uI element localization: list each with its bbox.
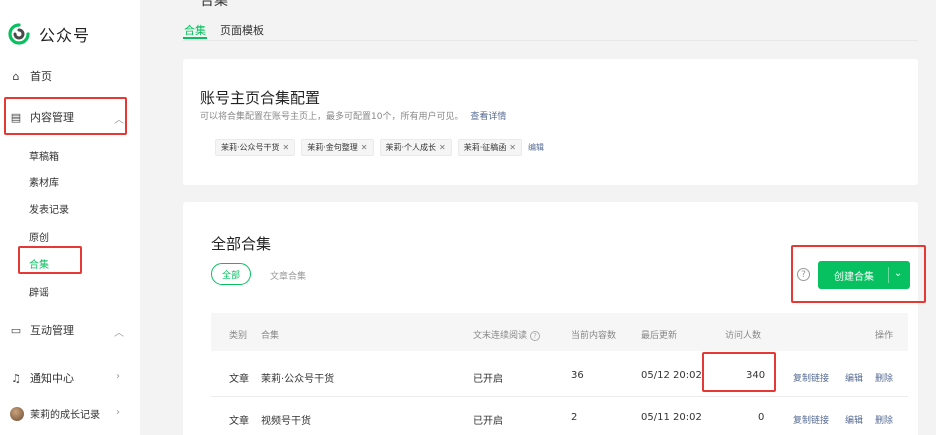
desc-text: 可以将合集配置在账号主页上，最多可配置10个，所有用户可见。 xyxy=(200,112,464,122)
highlight-box-visitors xyxy=(702,352,776,392)
edit-button[interactable]: 编辑 xyxy=(845,413,863,426)
cell-continuous-read: 已开启 xyxy=(473,416,503,427)
cell-visitors: 0 xyxy=(758,412,765,423)
cell-content-count: 2 xyxy=(571,412,578,423)
cell-last-updated: 05/12 20:02 xyxy=(641,370,702,381)
cell-collection-name[interactable]: 视频号干货 xyxy=(261,412,311,427)
sidebar-item-label: 通知中心 xyxy=(30,372,74,385)
delete-button[interactable]: 删除 xyxy=(875,371,893,384)
homepage-config-title: 账号主页合集配置 xyxy=(200,89,321,107)
brand-name: 公众号 xyxy=(39,26,91,45)
all-collections-title: 全部合集 xyxy=(211,235,272,253)
filter-article-collections[interactable]: 文章合集 xyxy=(270,269,306,282)
sidebar-item-label: 互动管理 xyxy=(30,324,74,337)
copy-link-button[interactable]: 复制链接 xyxy=(793,371,829,384)
cell-content-count: 36 xyxy=(571,370,584,381)
wechat-official-logo-icon xyxy=(8,23,30,45)
sidebar-item-home[interactable]: ⌂ 首页 xyxy=(10,68,53,84)
sidebar-item-interaction-management[interactable]: ▭ 互动管理 xyxy=(10,322,74,338)
copy-link-button[interactable]: 复制链接 xyxy=(793,413,829,426)
tab-collections[interactable]: 合集 xyxy=(184,22,206,38)
delete-button[interactable]: 删除 xyxy=(875,413,893,426)
cell-continuous-read: 已开启 xyxy=(473,374,503,385)
close-icon[interactable]: ✕ xyxy=(283,143,290,152)
filter-all[interactable]: 全部 xyxy=(211,263,251,285)
col-type: 类别 xyxy=(229,331,248,341)
cell-type: 文章 xyxy=(229,374,249,385)
chevron-right-icon[interactable]: › xyxy=(116,407,120,418)
tag-label: 茉莉·公众号干货 xyxy=(221,143,280,152)
col-last-updated: 最后更新 xyxy=(641,331,678,341)
chevron-up-icon[interactable]: ︿ xyxy=(114,324,124,339)
tab-page-templates[interactable]: 页面模板 xyxy=(220,22,264,38)
cell-type: 文章 xyxy=(229,416,249,427)
edit-button[interactable]: 编辑 xyxy=(845,371,863,384)
highlight-box-collections xyxy=(18,246,82,274)
view-details-link[interactable]: 查看详情 xyxy=(470,112,506,122)
tab-active-indicator xyxy=(183,37,207,39)
highlight-box-content-management xyxy=(4,97,127,135)
bell-icon: ♫ xyxy=(11,371,21,385)
sidebar-item-materials[interactable]: 素材库 xyxy=(29,174,59,189)
question-icon[interactable]: ? xyxy=(530,331,541,341)
account-name: 茉莉的成长记录 xyxy=(30,410,100,421)
collection-tag: 茉莉·征稿函 ✕ xyxy=(457,139,522,156)
close-icon[interactable]: ✕ xyxy=(439,143,446,152)
table-header: 类别 合集 文末连续阅读? 当前内容数 最后更新 访问人数 操作 xyxy=(211,313,908,351)
col-continuous-read: 文末连续阅读? xyxy=(473,328,541,341)
home-icon: ⌂ xyxy=(12,69,20,83)
sidebar-item-account[interactable]: 茉莉的成长记录 xyxy=(10,406,100,421)
sidebar-item-publish-records[interactable]: 发表记录 xyxy=(29,201,69,216)
chevron-right-icon[interactable]: › xyxy=(116,371,120,382)
col-collection: 合集 xyxy=(261,331,280,341)
tag-label: 茉莉·金句整理 xyxy=(307,143,358,152)
collection-tag: 茉莉·个人成长 ✕ xyxy=(379,139,452,156)
col-label: 文末连续阅读 xyxy=(473,331,528,341)
sidebar: 公众号 ⌂ 首页 ▤ 内容管理 ︿ 草稿箱 素材库 发表记录 原创 合集 辟谣 … xyxy=(0,0,140,435)
sidebar-item-original[interactable]: 原创 xyxy=(29,229,49,244)
tab-bar: 合集 页面模板 xyxy=(183,0,918,41)
cell-collection-name[interactable]: 茉莉·公众号干货 xyxy=(261,370,334,385)
sidebar-item-label: 首页 xyxy=(30,70,52,83)
sidebar-item-drafts[interactable]: 草稿箱 xyxy=(29,148,59,163)
close-icon[interactable]: ✕ xyxy=(509,143,516,152)
brand-logo[interactable]: 公众号 xyxy=(8,22,90,46)
homepage-config-desc: 可以将合集配置在账号主页上，最多可配置10个，所有用户可见。 查看详情 xyxy=(200,109,506,122)
col-actions: 操作 xyxy=(875,331,894,341)
cell-last-updated: 05/11 20:02 xyxy=(641,412,702,423)
col-visitors: 访问人数 xyxy=(725,331,762,341)
table-row: 文章 视频号干货 已开启 2 05/11 20:02 0 复制链接 编辑 删除 xyxy=(211,397,908,435)
tag-label: 茉莉·个人成长 xyxy=(385,143,437,152)
homepage-config-card: 账号主页合集配置 可以将合集配置在账号主页上，最多可配置10个，所有用户可见。 … xyxy=(183,59,918,185)
avatar xyxy=(10,406,24,421)
highlight-box-create xyxy=(791,245,926,303)
edit-tags-link[interactable]: 编辑 xyxy=(528,142,544,153)
sidebar-item-rumor-refute[interactable]: 辟谣 xyxy=(29,284,49,299)
collection-tag: 茉莉·金句整理 ✕ xyxy=(301,139,374,156)
close-icon[interactable]: ✕ xyxy=(361,143,368,152)
table-row: 文章 茉莉·公众号干货 已开启 36 05/12 20:02 340 复制链接 … xyxy=(211,353,908,397)
chat-bubble-icon: ▭ xyxy=(10,323,22,337)
col-content-count: 当前内容数 xyxy=(571,331,617,341)
sidebar-item-notifications[interactable]: ♫ 通知中心 xyxy=(10,370,74,386)
collection-tag: 茉莉·公众号干货 ✕ xyxy=(215,139,296,156)
homepage-tag-list: 茉莉·公众号干货 ✕ 茉莉·金句整理 ✕ 茉莉·个人成长 ✕ 茉莉·征稿函 ✕ 编辑 xyxy=(215,139,544,156)
tag-label: 茉莉·征稿函 xyxy=(463,143,507,152)
